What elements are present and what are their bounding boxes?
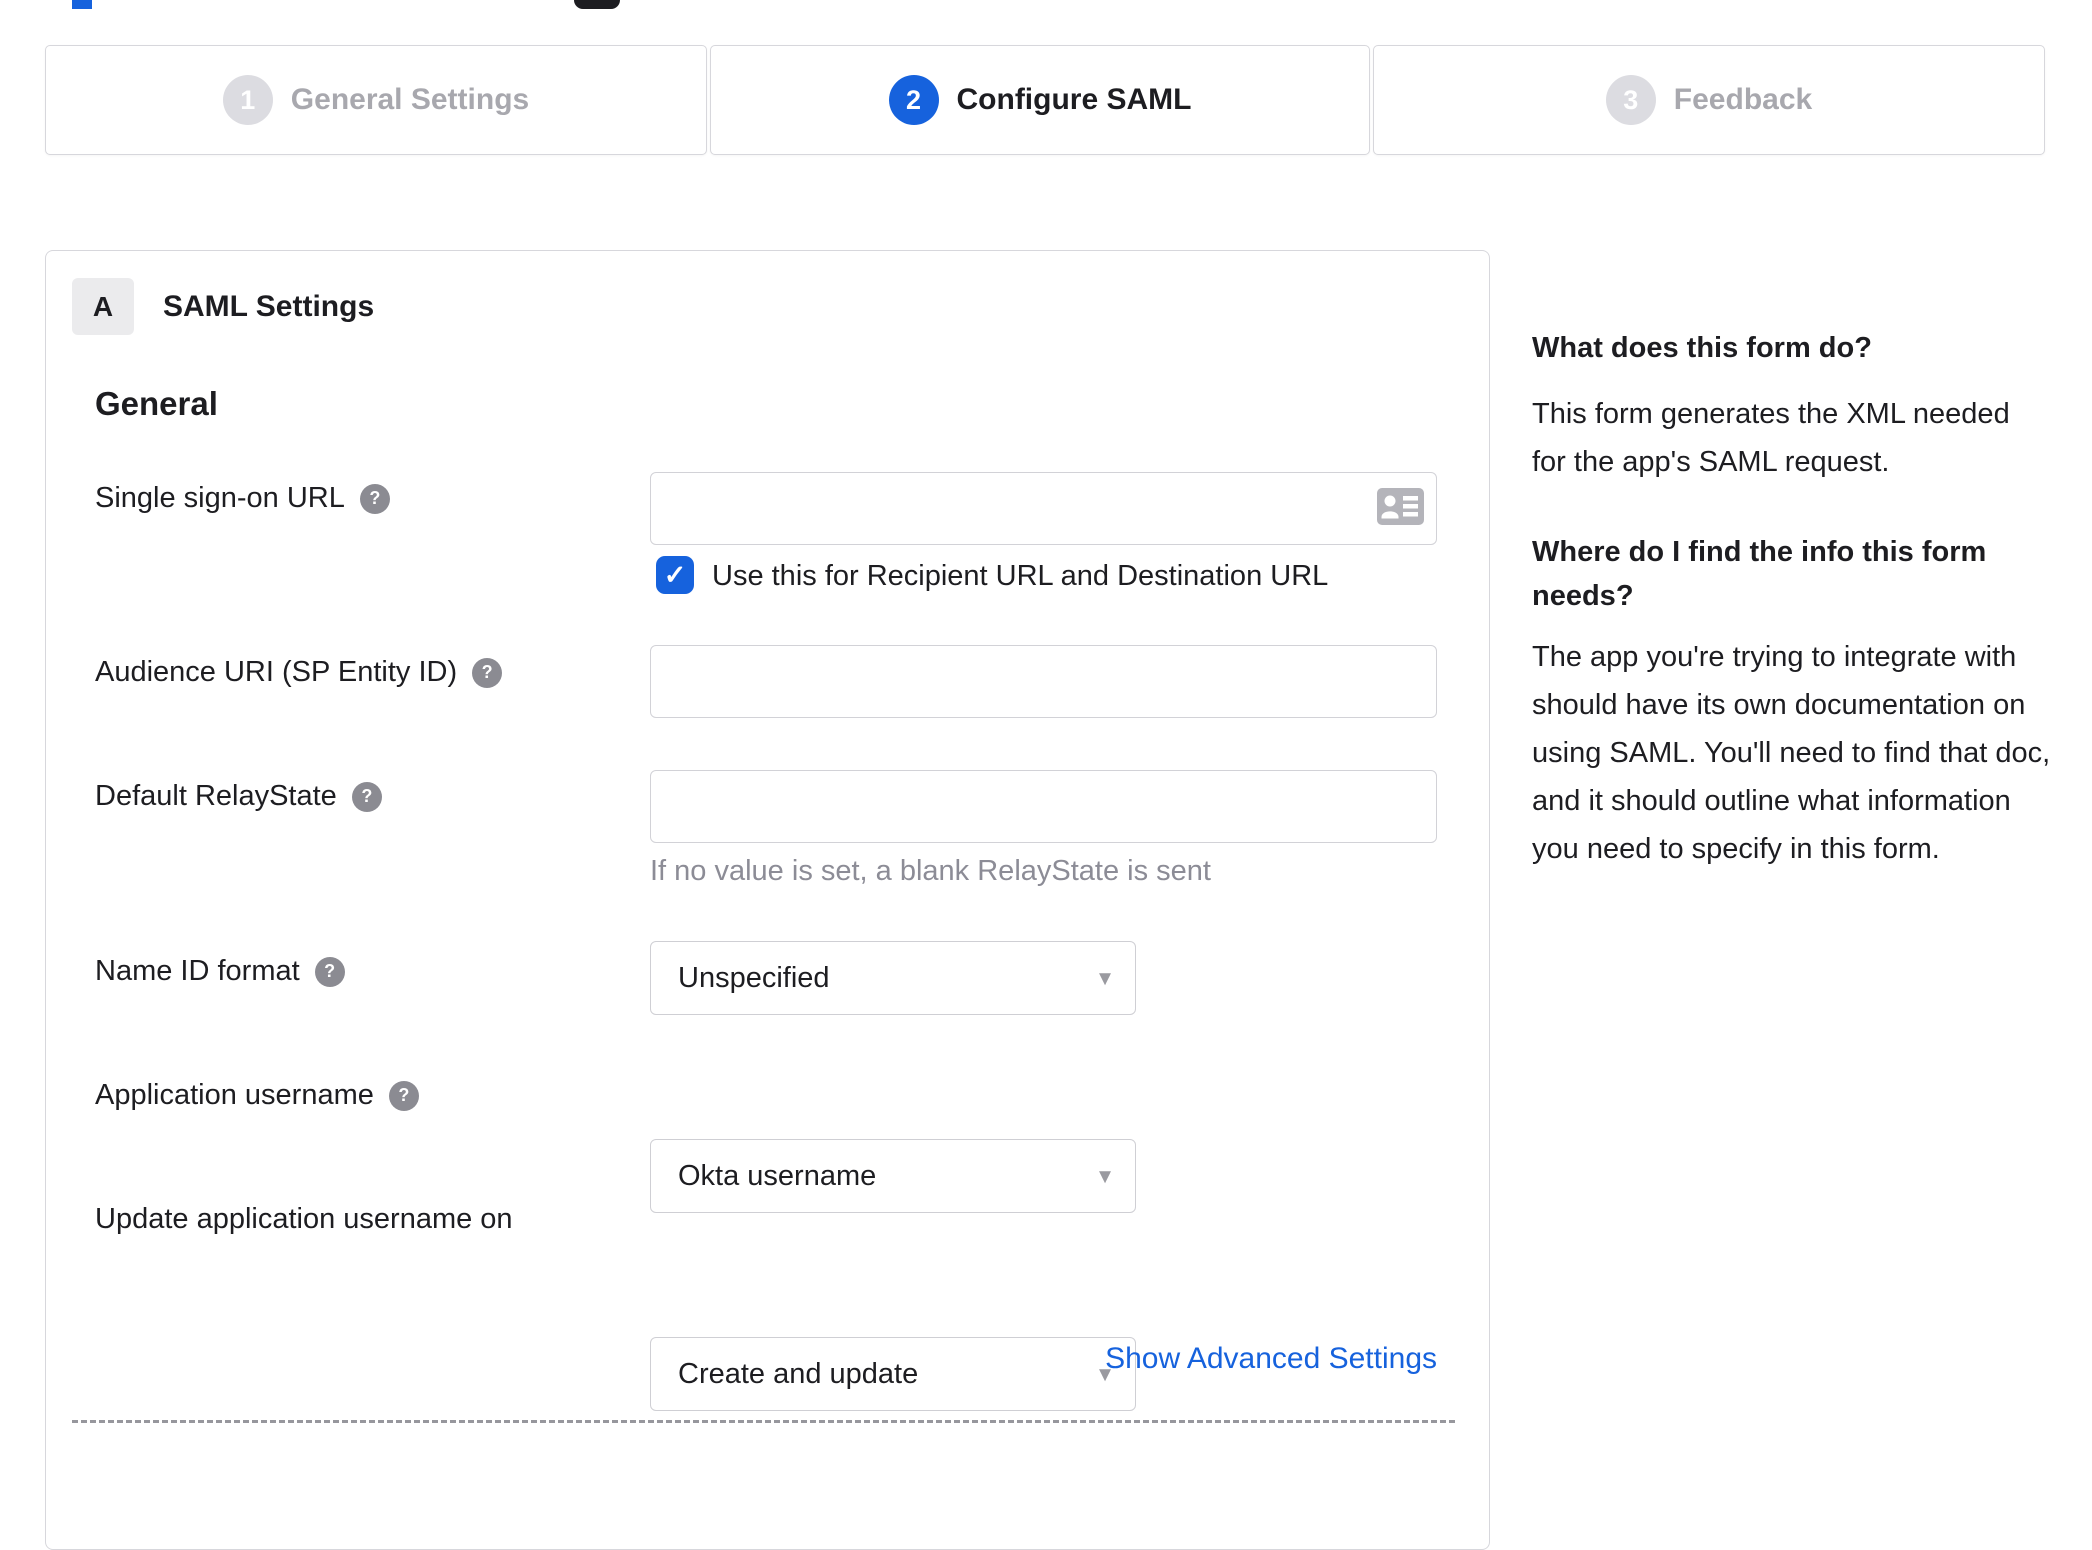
help-icon[interactable] bbox=[314, 956, 345, 987]
use-for-recipient-label: Use this for Recipient URL and Destinati… bbox=[712, 560, 1329, 592]
help-question-2: Where do I find the info this form needs… bbox=[1532, 536, 1987, 612]
application-username-label: Application username bbox=[95, 1079, 419, 1112]
help-icon[interactable] bbox=[388, 1080, 419, 1111]
name-id-format-label: Name ID format bbox=[95, 955, 345, 988]
step-feedback[interactable]: 3 Feedback bbox=[1373, 45, 2045, 155]
sso-url-input[interactable] bbox=[650, 472, 1437, 545]
name-id-format-select[interactable]: Unspecified bbox=[650, 941, 1136, 1015]
relay-state-hint: If no value is set, a blank RelayState i… bbox=[650, 855, 1211, 887]
step-number-badge: 1 bbox=[222, 75, 273, 125]
audience-uri-field-wrap bbox=[650, 645, 1437, 718]
relay-state-field-wrap bbox=[650, 770, 1437, 843]
help-icon[interactable] bbox=[351, 781, 382, 812]
step-number-badge: 2 bbox=[888, 75, 939, 125]
help-icon[interactable] bbox=[472, 657, 503, 688]
step-configure-saml[interactable]: 2 Configure SAML bbox=[710, 45, 1370, 155]
application-username-select[interactable]: Okta username bbox=[650, 1139, 1136, 1213]
show-advanced-settings-link[interactable]: Show Advanced Settings bbox=[650, 1342, 1437, 1376]
sso-url-field-wrap bbox=[650, 472, 1437, 545]
help-answer-2: The app you're trying to integrate with … bbox=[1532, 641, 2051, 865]
help-icon[interactable] bbox=[359, 483, 390, 514]
help-answer-1: This form generates the XML needed for t… bbox=[1532, 398, 2010, 478]
step-label: Configure SAML bbox=[956, 83, 1192, 116]
cutoff-dark-icon bbox=[574, 0, 620, 9]
step-label: General Settings bbox=[290, 83, 530, 116]
step-label: Feedback bbox=[1673, 83, 1813, 116]
section-a-badge: A bbox=[72, 278, 134, 335]
cutoff-blue-element bbox=[72, 0, 92, 9]
contact-card-icon[interactable] bbox=[1377, 487, 1424, 530]
update-username-label: Update application username on bbox=[95, 1203, 513, 1235]
audience-uri-input[interactable] bbox=[650, 645, 1437, 718]
general-heading: General bbox=[95, 385, 218, 422]
dashed-separator bbox=[72, 1420, 1455, 1423]
step-general-settings[interactable]: 1 General Settings bbox=[45, 45, 707, 155]
step-number-badge: 3 bbox=[1605, 75, 1656, 125]
use-for-recipient-checkbox[interactable] bbox=[656, 556, 694, 594]
help-question-1: What does this form do? bbox=[1532, 332, 1872, 364]
relay-state-input[interactable] bbox=[650, 770, 1437, 843]
relay-state-label: Default RelayState bbox=[95, 780, 382, 813]
audience-uri-label: Audience URI (SP Entity ID) bbox=[95, 656, 503, 689]
sso-url-label: Single sign-on URL bbox=[95, 482, 390, 515]
section-title: SAML Settings bbox=[163, 290, 375, 323]
